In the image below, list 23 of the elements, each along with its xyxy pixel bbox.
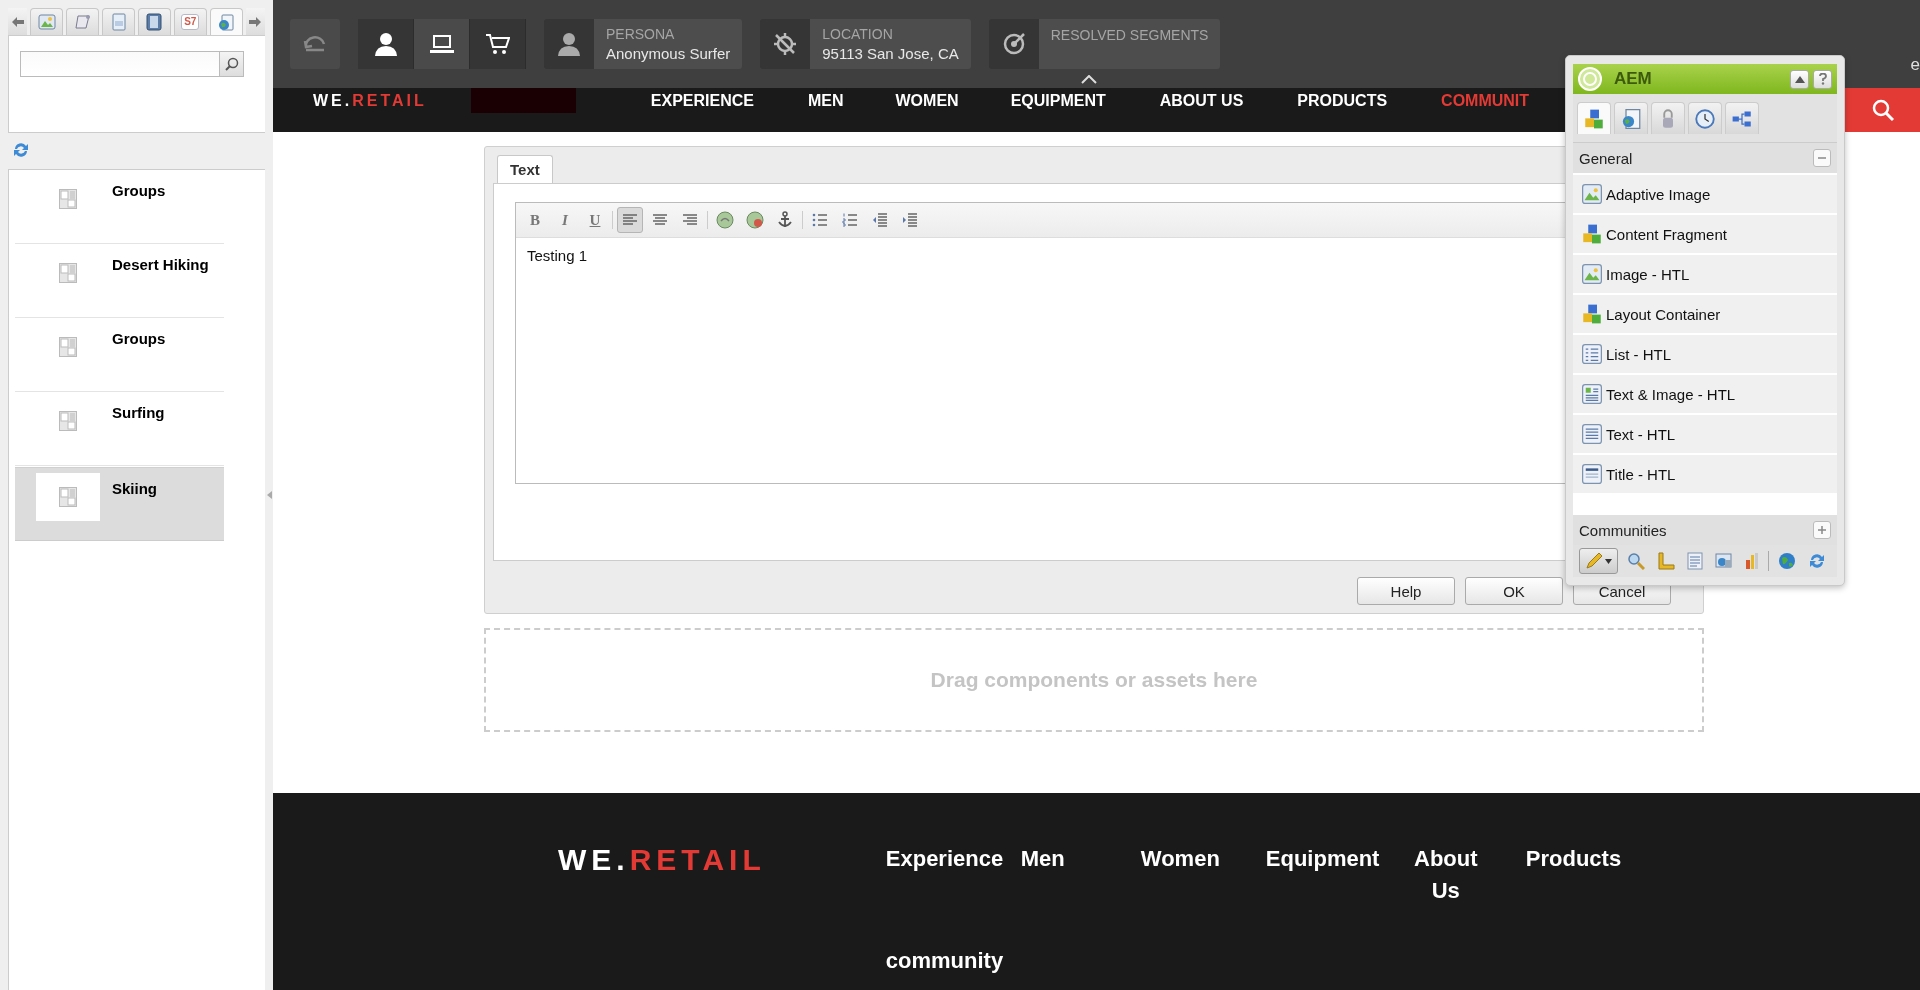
segments-label: RESOLVED SEGMENTS [1050,27,1209,43]
group-title: General [1579,149,1633,167]
asset-title: Groups [112,182,166,199]
sidekick-title: AEM [1614,69,1652,89]
component-label: Text - HTL [1606,425,1676,443]
component-label: Title - HTL [1606,465,1676,483]
persona-label: PERSONA [606,26,676,42]
editor-text: Testing 1 [527,247,588,264]
asset-title: Skiing [112,480,157,497]
persona-value: Anonymous Surfer [606,45,731,62]
bold-icon: B [530,211,540,229]
group-title: Communities [1579,521,1667,539]
location-value: 95113 San Jose, CA [822,45,959,62]
component-label: Adaptive Image [1606,185,1711,203]
drop-zone-text: Drag components or assets here [930,668,1258,692]
location-label: LOCATION [822,26,894,42]
italic-icon: I [562,211,568,229]
underline-icon: U [589,211,601,229]
asset-title: Groups [112,330,166,347]
asset-title: Desert Hiking [112,256,209,273]
component-label: List - HTL [1606,345,1671,363]
asset-title: Surfing [112,404,165,421]
s7-badge: S7 [181,14,200,30]
